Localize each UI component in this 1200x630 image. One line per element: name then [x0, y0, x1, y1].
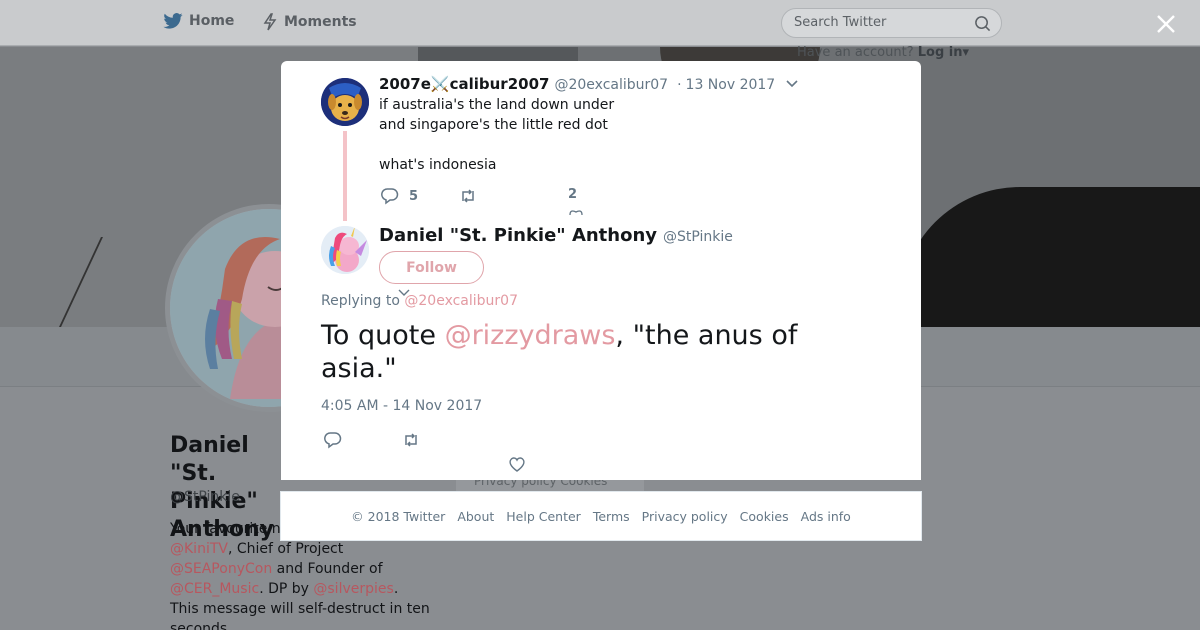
lightning-bolt-icon [263, 13, 277, 31]
login-link[interactable]: Log in [918, 45, 963, 60]
bio-mention-silverpies[interactable]: @silverpies [313, 581, 393, 597]
parent-tweet-text: if australia's the land down under and s… [379, 97, 615, 173]
footer-link-privacy-policy[interactable]: Privacy policy [642, 509, 728, 524]
reply-count: 5 [409, 188, 419, 204]
tweet-text-segment: To quote [321, 320, 445, 351]
bio-text: , Chief of Project [227, 541, 344, 557]
main-tweet-text: To quote @rizzydraws, "the anus of asia.… [321, 319, 881, 385]
follow-button[interactable]: Follow [379, 251, 484, 284]
nav-home-label: Home [189, 13, 235, 29]
parent-display-name[interactable]: 2007e⚔️calibur2007 [379, 75, 549, 93]
chevron-down-icon[interactable] [785, 77, 799, 91]
twitter-bird-icon [163, 13, 183, 29]
parent-tweet-date[interactable]: 13 Nov 2017 [686, 77, 776, 93]
heart-icon[interactable] [508, 455, 526, 473]
tweet-timestamp[interactable]: 4:05 AM - 14 Nov 2017 [321, 398, 482, 414]
parent-handle[interactable]: @20excalibur07 [554, 77, 668, 93]
bio-text: . [393, 581, 399, 597]
bio-text: and Founder of [272, 561, 383, 577]
bio-mention-seaponycon[interactable]: @SEAPonyCon [170, 561, 272, 577]
main-display-name[interactable]: Daniel "St. Pinkie" Anthony [379, 225, 657, 246]
profile-handle: @StPinkie [170, 489, 240, 505]
parent-tweet-header: 2007e⚔️calibur2007 @20excalibur07 · 13 N… [379, 75, 775, 93]
have-account-text: Have an account? [797, 45, 914, 60]
bio-mention-cer-music[interactable]: @CER_Music [170, 581, 259, 597]
replying-to-line: Replying to @20excalibur07 [321, 293, 518, 309]
close-icon[interactable] [1153, 11, 1179, 37]
header-separator: · [677, 77, 682, 93]
footer-link-cookies[interactable]: Cookies [740, 509, 789, 524]
modal-footer: © 2018 Twitter About Help Center Terms P… [280, 491, 922, 541]
retweet-icon[interactable] [402, 431, 420, 449]
tweet-mention-rizzydraws[interactable]: @rizzydraws [445, 320, 616, 351]
search-icon[interactable] [974, 15, 991, 32]
bio-text: This message will self-destruct in ten s… [170, 601, 430, 630]
retweet-icon [462, 189, 474, 203]
login-prompt: Have an account? Log in▾ [797, 45, 969, 60]
heart-icon [569, 210, 583, 216]
pony-avatar-icon [321, 226, 369, 274]
nav-moments[interactable]: Moments [262, 13, 357, 31]
copyright-text: © 2018 Twitter [351, 508, 446, 524]
like-count: 2 [568, 187, 578, 202]
main-tweet-avatar[interactable] [321, 226, 369, 274]
search-box [781, 8, 1002, 38]
thread-connector-line [343, 131, 347, 221]
top-navigation-bar: Home Moments [0, 0, 1200, 46]
parent-retweet-button[interactable] [459, 187, 487, 205]
tweet-permalink-modal: 2007e⚔️calibur2007 @20excalibur07 · 13 N… [281, 61, 921, 480]
dog-character-avatar-icon [321, 78, 369, 126]
bio-text: . DP by [259, 581, 309, 597]
nav-home[interactable]: Home [163, 13, 234, 29]
replying-to-mention[interactable]: @20excalibur07 [404, 293, 518, 309]
bio-mention-kinitv[interactable]: @KiniTV [170, 541, 228, 557]
replying-prefix: Replying to [321, 293, 400, 309]
caret-down-icon: ▾ [962, 45, 970, 60]
nav-moments-label: Moments [284, 14, 357, 30]
search-input[interactable] [794, 15, 964, 30]
parent-tweet-avatar[interactable] [321, 78, 369, 126]
main-handle[interactable]: @StPinkie [663, 229, 733, 245]
footer-link-help-center[interactable]: Help Center [506, 509, 581, 524]
reply-icon [381, 188, 399, 205]
reply-icon[interactable] [324, 431, 342, 449]
footer-link-about[interactable]: About [457, 509, 494, 524]
footer-link-ads-info[interactable]: Ads info [801, 509, 851, 524]
footer-link-terms[interactable]: Terms [593, 509, 630, 524]
parent-reply-button[interactable]: 5 [381, 187, 418, 205]
bio-text: Your favourite n [170, 521, 281, 537]
